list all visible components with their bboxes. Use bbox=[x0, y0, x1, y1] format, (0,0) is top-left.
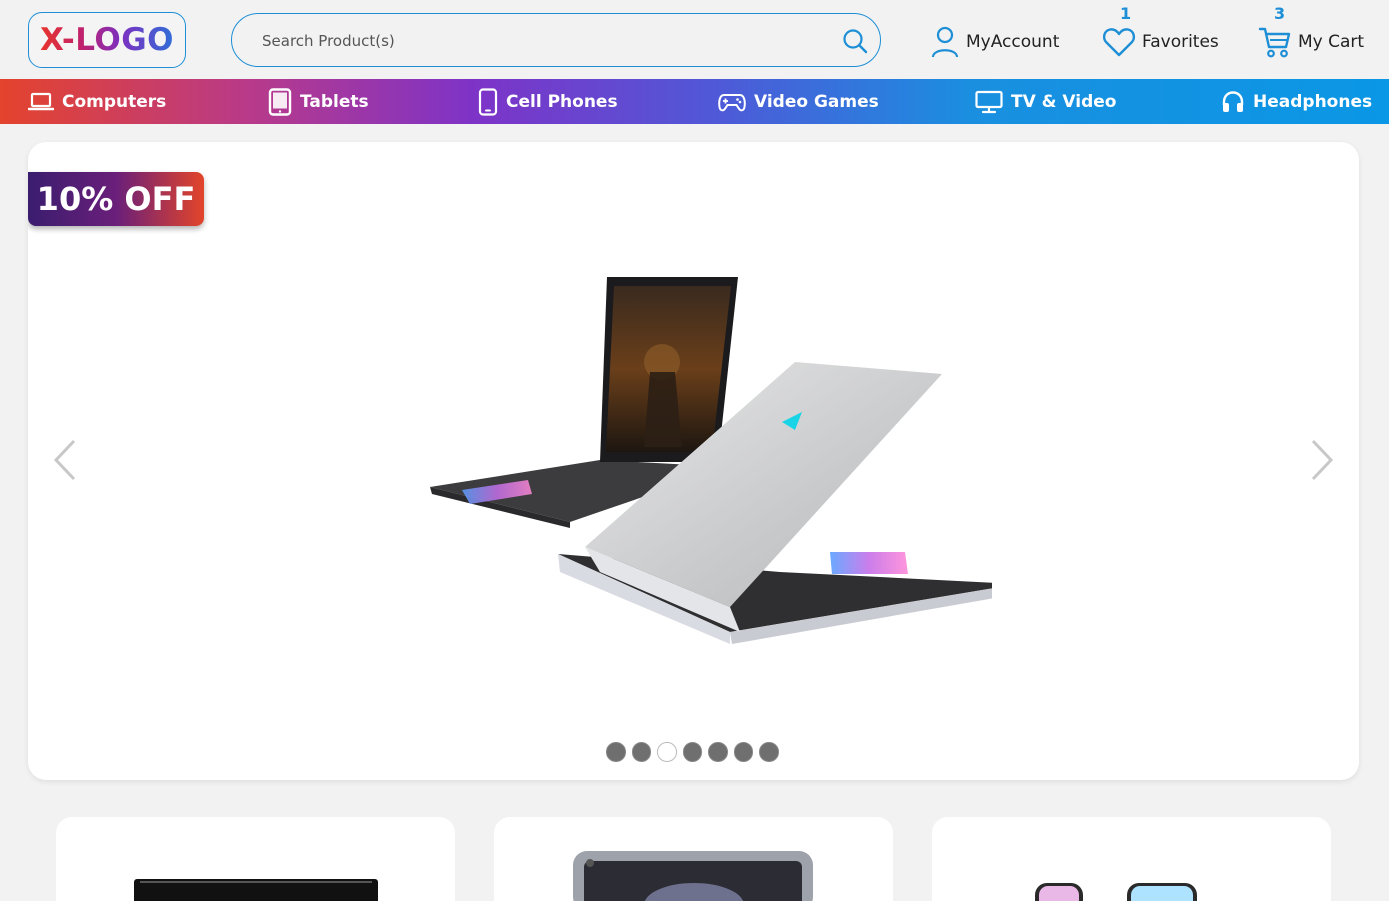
tablet-product-thumbnail bbox=[573, 851, 813, 901]
product-card[interactable] bbox=[56, 817, 455, 901]
carousel-prev-arrow[interactable] bbox=[50, 438, 80, 482]
discount-badge: 10% OFF bbox=[28, 172, 204, 226]
nav-item-tv-video[interactable]: TV & Video bbox=[975, 79, 1116, 124]
laptop-product-image bbox=[430, 277, 992, 644]
nav-label: Video Games bbox=[754, 91, 879, 112]
nav-label: Computers bbox=[62, 91, 167, 112]
carousel-dot-active[interactable] bbox=[657, 742, 677, 762]
account-label: MyAccount bbox=[966, 32, 1060, 52]
favorites-count-badge: 1 bbox=[1120, 4, 1132, 23]
site-header: X-LOGO MyAccount 1 Favorites 3 My Cart bbox=[0, 0, 1389, 79]
favorites-label: Favorites bbox=[1142, 32, 1219, 52]
logo-text: X-LOGO bbox=[39, 22, 175, 58]
cart-count-badge: 3 bbox=[1274, 4, 1286, 23]
carousel-next-arrow[interactable] bbox=[1307, 438, 1337, 482]
nav-label: TV & Video bbox=[1011, 91, 1117, 112]
phone-product-thumbnail bbox=[1035, 883, 1197, 901]
search-input[interactable] bbox=[262, 26, 822, 56]
headphones-icon bbox=[1222, 90, 1244, 112]
nav-item-cell-phones[interactable]: Cell Phones bbox=[478, 79, 618, 124]
carousel-dot[interactable] bbox=[708, 742, 728, 762]
heart-icon bbox=[1102, 28, 1136, 57]
cart-icon bbox=[1258, 27, 1291, 58]
laptop-product-thumbnail bbox=[134, 879, 378, 901]
laptop-icon bbox=[28, 92, 54, 110]
my-account-link[interactable]: MyAccount bbox=[930, 22, 1059, 62]
nav-item-tablets[interactable]: Tablets bbox=[268, 79, 369, 124]
nav-label: Cell Phones bbox=[506, 91, 618, 112]
search-icon[interactable] bbox=[842, 28, 868, 54]
carousel-dots bbox=[606, 742, 779, 764]
nav-item-computers[interactable]: Computers bbox=[28, 79, 166, 124]
nav-label: Tablets bbox=[300, 91, 369, 112]
carousel-dot[interactable] bbox=[682, 742, 702, 762]
carousel-dot[interactable] bbox=[759, 742, 779, 762]
carousel-dot[interactable] bbox=[733, 742, 753, 762]
gamepad-icon bbox=[718, 93, 746, 111]
site-logo[interactable]: X-LOGO bbox=[28, 12, 186, 68]
cart-label: My Cart bbox=[1298, 32, 1365, 52]
phone-icon bbox=[478, 87, 498, 116]
search-bar bbox=[231, 13, 881, 67]
tablet-icon bbox=[268, 87, 292, 116]
nav-item-video-games[interactable]: Video Games bbox=[718, 79, 879, 124]
favorites-link[interactable]: 1 Favorites bbox=[1102, 4, 1219, 62]
hero-carousel: 10% OFF bbox=[28, 142, 1359, 780]
monitor-icon bbox=[975, 90, 1003, 113]
product-card[interactable] bbox=[932, 817, 1331, 901]
my-cart-link[interactable]: 3 My Cart bbox=[1258, 4, 1365, 62]
user-icon bbox=[931, 26, 959, 58]
product-card[interactable] bbox=[494, 817, 893, 901]
carousel-dot[interactable] bbox=[631, 742, 651, 762]
nav-label: Headphones bbox=[1253, 91, 1373, 112]
nav-item-headphones[interactable]: Headphones bbox=[1221, 79, 1372, 124]
category-nav: Computers Tablets Cell Phones Video Game… bbox=[0, 79, 1389, 124]
carousel-dot[interactable] bbox=[606, 742, 626, 762]
